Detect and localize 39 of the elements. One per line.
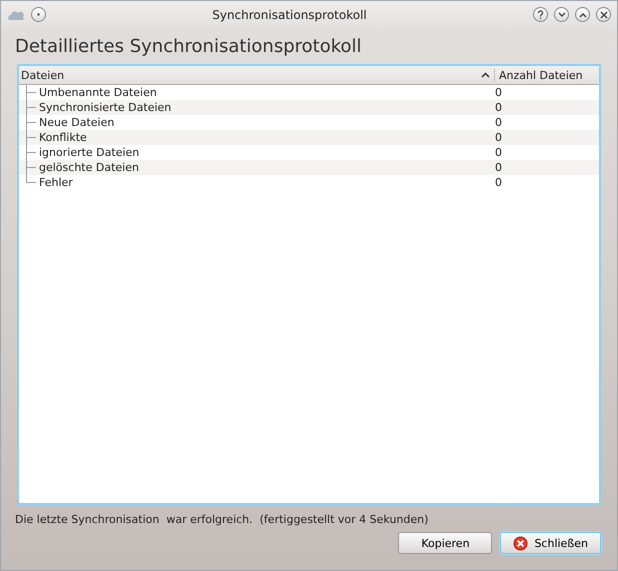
dialog-button[interactable]: Kopieren: [398, 532, 492, 554]
tree-item[interactable]: Konflikte: [39, 131, 87, 144]
dialog-button[interactable]: Schließen: [500, 532, 601, 554]
table-cell: 0: [495, 131, 502, 144]
tree-line: [26, 145, 36, 160]
table-cell: 0: [495, 101, 502, 114]
column-header[interactable]: Anzahl Dateien: [499, 68, 583, 82]
help-icon: [536, 10, 545, 19]
table-cell: 0: [495, 116, 502, 129]
close-icon: [600, 10, 608, 18]
tree-item[interactable]: ignorierte Dateien: [39, 146, 140, 159]
window-menu-button[interactable]: [31, 7, 46, 22]
tree-item[interactable]: Neue Dateien: [39, 116, 114, 129]
dot-icon: [37, 13, 40, 16]
close-icon: [513, 536, 528, 550]
table-cell: 0: [495, 146, 502, 159]
help-button[interactable]: [533, 7, 548, 22]
dialog-heading: Detailliertes Synchronisationsprotokoll: [15, 36, 363, 57]
table-cell: 0: [495, 86, 502, 99]
tree-line: [26, 115, 36, 130]
column-header[interactable]: Dateien: [21, 68, 481, 82]
sort-ascending-icon: [481, 72, 490, 78]
chevron-down-icon: [558, 12, 566, 18]
tree-line: [26, 100, 36, 115]
table-cell: 0: [495, 161, 502, 174]
tree-line: [26, 85, 36, 100]
tree-item[interactable]: Umbenannte Dateien: [39, 86, 157, 99]
cloud-icon: [7, 10, 25, 20]
chevron-up-icon: [578, 12, 586, 18]
status-message: Die letzte Synchronisation war erfolgreich. (fertiggestellt vor 4 Sekunden): [14, 513, 430, 526]
tree-line: [26, 130, 36, 145]
tree-item[interactable]: Fehler: [39, 176, 73, 189]
minimize-button[interactable]: [554, 7, 569, 22]
table-cell: 0: [495, 176, 502, 189]
close-button[interactable]: [596, 7, 611, 22]
maximize-button[interactable]: [575, 7, 590, 22]
window-title: Synchronisationsprotokoll: [211, 8, 368, 22]
tree-item[interactable]: Synchronisierte Dateien: [39, 101, 172, 114]
tree-item[interactable]: gelöschte Dateien: [39, 161, 139, 174]
